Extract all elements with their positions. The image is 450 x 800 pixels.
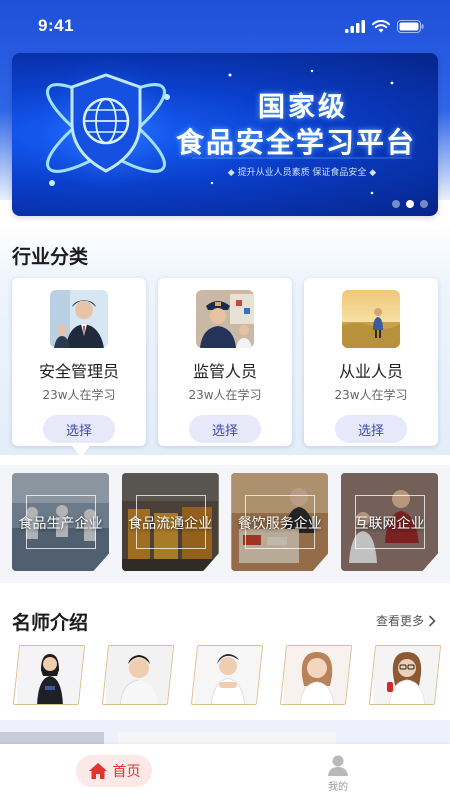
banner-dot-active[interactable] xyxy=(406,200,414,208)
teacher-card[interactable] xyxy=(101,645,175,705)
status-icons xyxy=(345,19,424,33)
enterprise-label: 食品流通企业 xyxy=(128,516,213,532)
tab-mine-label: 我的 xyxy=(328,782,348,793)
banner-title-line1: 国家级 xyxy=(258,92,348,123)
category-card-safety-manager[interactable]: 安全管理员 23w人在学习 选择 xyxy=(12,278,146,457)
status-time: 9:41 xyxy=(38,16,75,35)
signal-icon xyxy=(345,19,365,33)
enterprise-card-food-circulation[interactable]: 食品流通企业 xyxy=(121,473,219,571)
battery-icon xyxy=(397,19,424,33)
teacher-photo xyxy=(373,646,439,705)
regulator-avatar xyxy=(196,290,254,348)
user-icon xyxy=(328,755,348,776)
banner-pagination[interactable] xyxy=(392,200,428,208)
teachers-section-title: 名师介绍 xyxy=(12,612,89,634)
enterprise-label: 互联网企业 xyxy=(354,516,425,532)
category-name: 监管人员 xyxy=(192,362,257,381)
tab-mine[interactable]: 我的 xyxy=(318,754,358,794)
banner-dot[interactable] xyxy=(420,200,428,208)
category-list: 安全管理员 23w人在学习 选择 监管人员 23w人在学习 选择 从业人员 23… xyxy=(12,278,438,457)
teacher-photo xyxy=(106,646,172,705)
category-name: 从业人员 xyxy=(338,362,403,381)
teacher-card[interactable] xyxy=(12,645,86,705)
enterprise-card-food-production[interactable]: 食品生产企业 xyxy=(12,473,109,571)
status-bar: 9:41 xyxy=(0,0,450,52)
teacher-card[interactable] xyxy=(368,645,442,705)
enterprise-label: 食品生产企业 xyxy=(18,516,103,532)
enterprise-card-internet[interactable]: 互联网企业 xyxy=(340,473,438,571)
bottom-tab-bar: 首页 我的 xyxy=(0,744,450,800)
tab-home-label: 首页 xyxy=(112,764,141,780)
practitioner-avatar xyxy=(342,290,400,348)
teacher-list xyxy=(12,645,442,707)
category-learners: 23w人在学习 xyxy=(334,388,408,402)
category-card-regulator[interactable]: 监管人员 23w人在学习 选择 xyxy=(158,278,292,446)
teacher-card[interactable] xyxy=(190,645,264,705)
category-learners: 23w人在学习 xyxy=(188,388,262,402)
industry-section-title: 行业分类 xyxy=(12,246,89,268)
enterprise-card-catering[interactable]: 餐饮服务企业 xyxy=(231,473,329,571)
view-more-label: 查看更多 xyxy=(375,614,424,628)
tab-home[interactable]: 首页 xyxy=(76,755,152,787)
select-button[interactable]: 选择 xyxy=(335,415,407,443)
select-button[interactable]: 选择 xyxy=(43,415,115,443)
teacher-card[interactable] xyxy=(279,645,353,705)
banner-subtitle: ◆ 提升从业人员素质 保证食品安全 ◆ xyxy=(227,168,377,178)
banner-dot[interactable] xyxy=(392,200,400,208)
category-name: 安全管理员 xyxy=(38,362,119,381)
view-more-link[interactable]: 查看更多 xyxy=(376,612,436,629)
category-card-practitioner[interactable]: 从业人员 23w人在学习 选择 xyxy=(304,278,438,446)
teacher-photo xyxy=(195,646,261,705)
enterprise-label: 餐饮服务企业 xyxy=(237,516,322,532)
banner-title-line2: 食品安全学习平台 xyxy=(176,126,417,159)
chevron-right-icon xyxy=(428,614,436,627)
promo-banner[interactable]: 国家级 食品安全学习平台 ◆ 提升从业人员素质 保证食品安全 ◆ xyxy=(12,53,438,216)
category-learners: 23w人在学习 xyxy=(42,388,116,402)
teacher-photo xyxy=(284,646,350,705)
home-icon xyxy=(88,763,107,779)
wifi-icon xyxy=(372,19,390,32)
select-button[interactable]: 选择 xyxy=(189,415,261,443)
teacher-photo xyxy=(17,646,83,705)
enterprise-list: 食品生产企业 食品流通企业 餐饮服务企业 互联网企业 xyxy=(12,473,438,571)
safety-manager-avatar xyxy=(50,290,108,348)
